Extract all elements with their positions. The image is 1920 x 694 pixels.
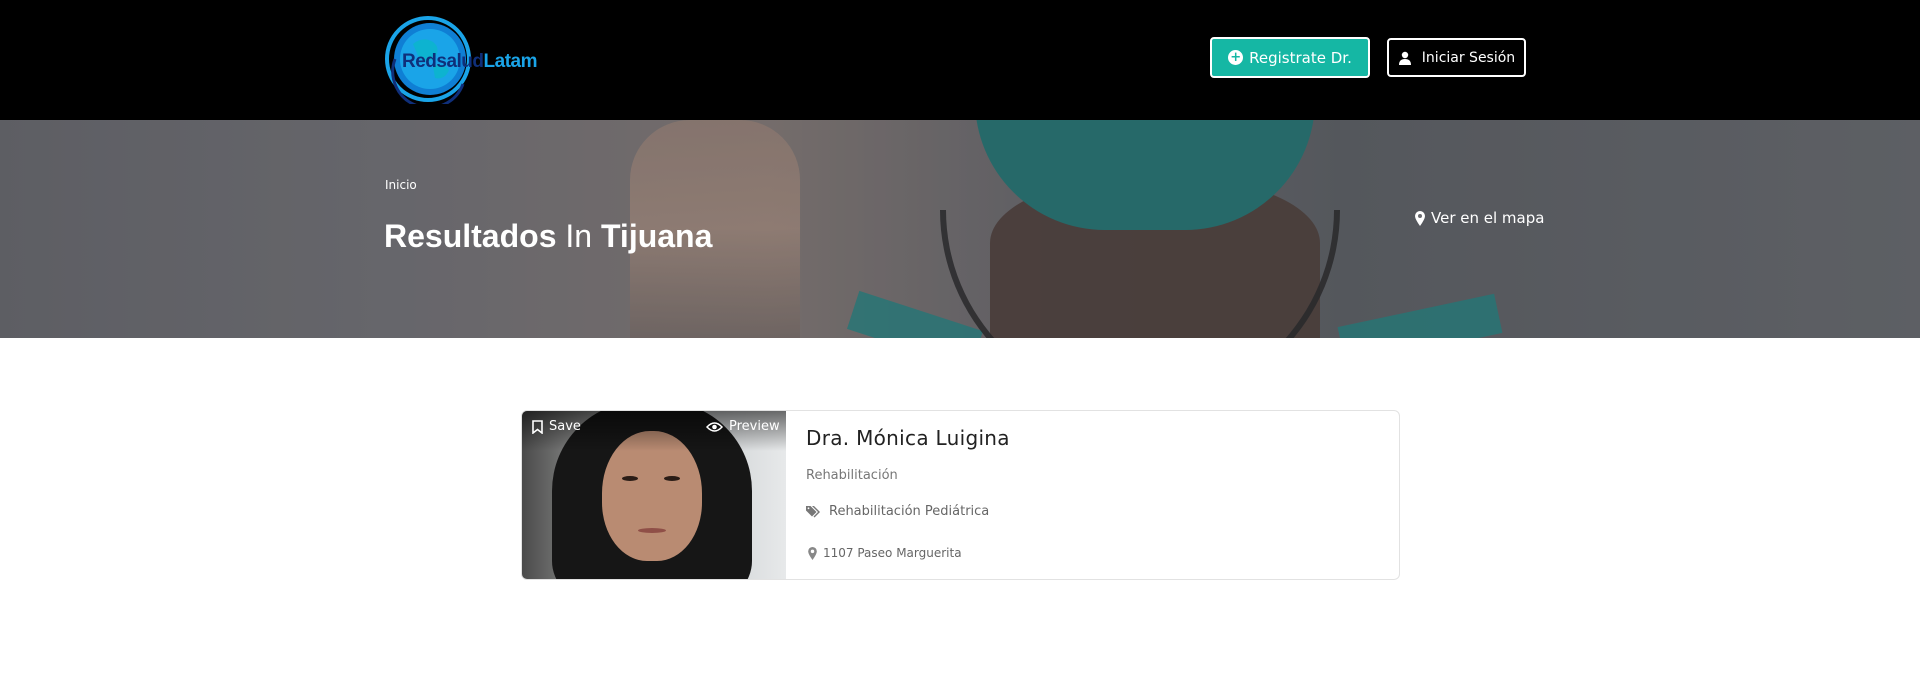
eye-icon [706, 421, 723, 432]
login-button[interactable]: Iniciar Sesión [1387, 38, 1526, 77]
tags-icon [806, 506, 820, 518]
map-pin-icon [808, 546, 817, 560]
breadcrumb-home[interactable]: Inicio [385, 178, 417, 192]
logo-text-primary: Redsalud [402, 51, 484, 72]
view-map-link[interactable]: Ver en el mapa [1415, 209, 1544, 227]
plus-circle-icon: + [1228, 50, 1244, 65]
photo-eye [664, 476, 680, 481]
logo-text-secondary: Latam [483, 51, 538, 72]
top-navbar: RedsaludLatam + Registrate Dr. Iniciar S… [0, 0, 1920, 120]
title-connector: In [565, 218, 593, 254]
photo-mouth [638, 528, 666, 533]
doctor-tag: Rehabilitación Pediátrica [829, 504, 990, 519]
logo-wordmark: RedsaludLatam [402, 51, 538, 73]
doctor-tags: Rehabilitación Pediátrica [806, 504, 989, 519]
hero-banner [0, 120, 1920, 338]
register-button-label: Registrate Dr. [1249, 48, 1352, 67]
doctor-name[interactable]: Dra. Mónica Luigina [806, 426, 1010, 450]
view-map-label: Ver en el mapa [1431, 209, 1545, 227]
user-icon [1398, 51, 1411, 65]
title-prefix: Resultados [384, 218, 557, 254]
photo-eye [622, 476, 638, 481]
site-logo[interactable]: RedsaludLatam [383, 14, 553, 110]
title-city: Tijuana [600, 218, 713, 254]
map-pin-icon [1415, 210, 1425, 226]
page-title: Resultados In Tijuana [384, 218, 712, 255]
hero-overlay [0, 120, 1920, 338]
login-button-label: Iniciar Sesión [1421, 49, 1516, 66]
bookmark-icon [532, 419, 543, 434]
save-label: Save [549, 419, 581, 434]
register-doctor-button[interactable]: + Registrate Dr. [1210, 37, 1370, 78]
doctor-photo[interactable]: Save Preview [522, 411, 786, 579]
preview-label: Preview [729, 419, 780, 434]
address-text: 1107 Paseo Marguerita [823, 546, 962, 560]
save-button[interactable]: Save [532, 419, 581, 434]
preview-button[interactable]: Preview [706, 419, 780, 434]
doctor-address: 1107 Paseo Marguerita [808, 546, 962, 560]
doctor-specialty: Rehabilitación [806, 468, 898, 483]
doctor-result-card[interactable]: Save Preview Dra. Mónica Luigina Rehabil… [521, 410, 1400, 580]
